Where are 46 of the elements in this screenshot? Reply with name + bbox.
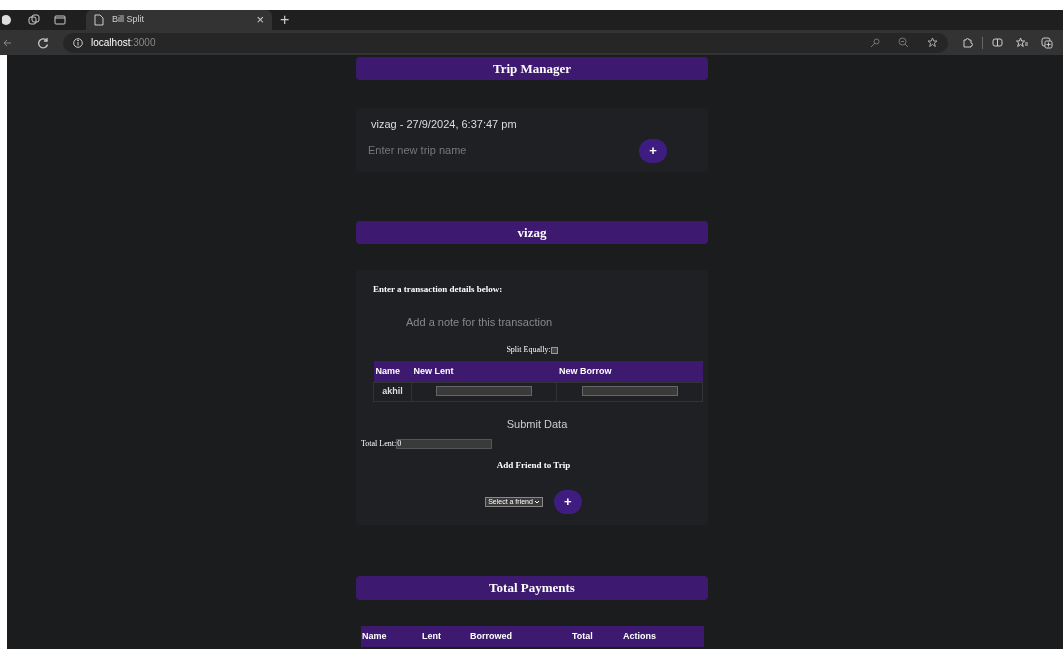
add-friend-heading: Add Friend to Trip bbox=[496, 459, 571, 472]
total-lent-label: Total Lent: bbox=[361, 438, 397, 450]
trip-item[interactable]: vizag - 27/9/2024, 6:37:47 pm bbox=[368, 116, 696, 133]
instruction-text: Enter a transaction details below: bbox=[372, 283, 504, 296]
page-icon bbox=[94, 14, 104, 26]
lent-input[interactable] bbox=[436, 386, 533, 397]
close-tab-button[interactable]: × bbox=[256, 10, 264, 30]
key-icon[interactable] bbox=[870, 37, 880, 48]
new-tab-button[interactable]: + bbox=[280, 8, 290, 32]
back-icon[interactable] bbox=[3, 37, 11, 48]
section-header: Total Payments bbox=[356, 576, 708, 600]
trip-name-input[interactable]: Enter new trip name bbox=[368, 142, 628, 159]
split-equally-label: Split Equally: bbox=[506, 344, 551, 356]
split-screen-icon[interactable] bbox=[992, 37, 1003, 48]
collections-icon[interactable] bbox=[1041, 36, 1053, 49]
borrow-input[interactable] bbox=[581, 386, 678, 397]
refresh-icon[interactable] bbox=[37, 36, 49, 49]
zoom-out-icon[interactable] bbox=[898, 37, 909, 48]
column-header: New Lent bbox=[411, 361, 557, 382]
favorites-icon[interactable] bbox=[1016, 37, 1028, 48]
tab-title: Bill Split bbox=[112, 13, 145, 27]
browser-tab[interactable]: Bill Split × bbox=[86, 10, 272, 30]
column-header: Actions bbox=[622, 629, 657, 643]
column-header: New Borrow bbox=[556, 361, 703, 382]
tab-actions-icon[interactable] bbox=[54, 14, 66, 26]
url-text[interactable]: localhost:3000 bbox=[91, 35, 156, 50]
column-header: Name bbox=[373, 361, 412, 382]
table-cell: akhil bbox=[373, 382, 412, 401]
info-icon[interactable] bbox=[73, 37, 83, 48]
column-header: Lent bbox=[421, 629, 442, 643]
note-input[interactable]: Add a note for this transaction bbox=[406, 313, 666, 330]
profile-icon[interactable] bbox=[2, 14, 14, 26]
column-header: Total bbox=[571, 629, 594, 643]
add-friend-button[interactable]: + bbox=[553, 489, 582, 514]
add-trip-button[interactable]: + bbox=[639, 138, 667, 163]
submit-button[interactable]: Submit Data bbox=[506, 415, 568, 432]
workspaces-icon[interactable] bbox=[28, 14, 40, 26]
extensions-icon[interactable] bbox=[962, 37, 973, 48]
section-header: vizag bbox=[356, 221, 708, 244]
caret-icon bbox=[533, 499, 540, 504]
total-lent-field[interactable]: 0 bbox=[396, 439, 493, 449]
section-header: Trip Manager bbox=[356, 57, 708, 80]
column-header: Borrowed bbox=[469, 629, 513, 643]
star-icon[interactable] bbox=[927, 37, 938, 48]
split-equally-checkbox[interactable] bbox=[550, 346, 558, 354]
column-header: Name bbox=[361, 629, 388, 643]
